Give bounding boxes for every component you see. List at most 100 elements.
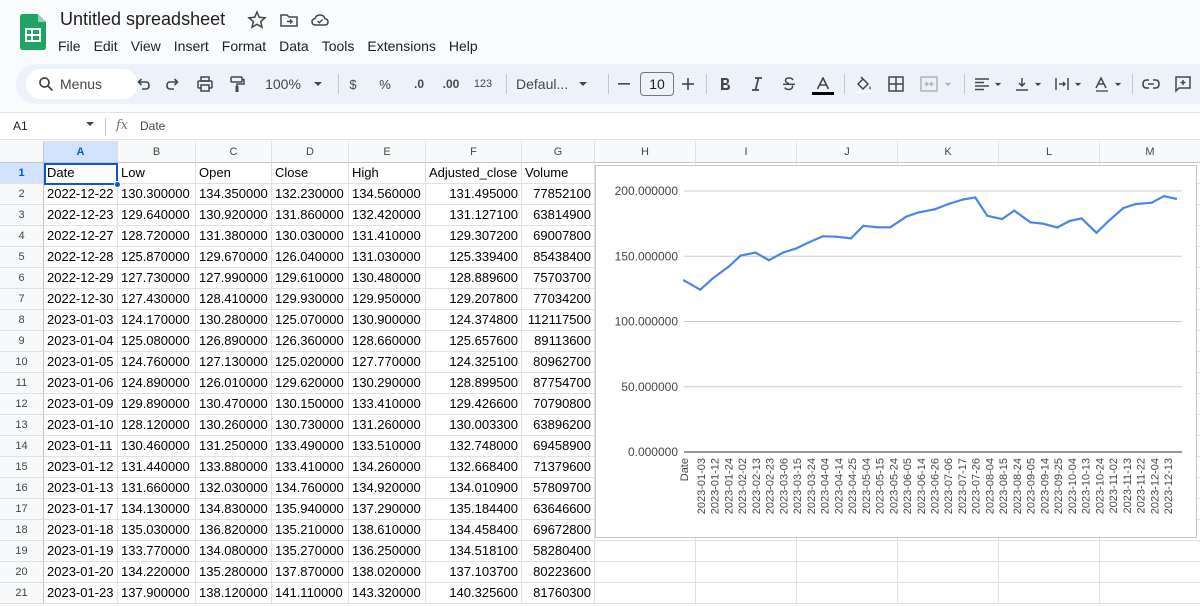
insert-comment-button[interactable] <box>1172 73 1194 95</box>
table-cell[interactable]: 137.103700 <box>426 562 522 583</box>
star-icon[interactable] <box>247 10 267 30</box>
menu-extensions[interactable]: Extensions <box>361 36 441 56</box>
table-cell[interactable]: 133.490000 <box>272 436 349 457</box>
table-cell[interactable]: 134.560000 <box>349 184 426 205</box>
redo-button[interactable] <box>162 73 184 95</box>
table-cell[interactable]: 77034200 <box>522 289 595 310</box>
font-size-input[interactable]: 10 <box>640 72 674 96</box>
table-cell[interactable]: 129.670000 <box>196 247 272 268</box>
table-cell[interactable]: 2022-12-23 <box>44 205 118 226</box>
empty-cell[interactable] <box>797 562 898 583</box>
spreadsheet-grid[interactable]: ABCDEFGHIJKLM 1 2 3 4 5 6 7 8 9 10 11 12 13 14 15 16 17 1… <box>0 141 1200 606</box>
font-select[interactable]: Defaul... <box>516 73 598 95</box>
table-cell[interactable]: 58280400 <box>522 541 595 562</box>
table-cell[interactable]: 138.020000 <box>349 562 426 583</box>
table-cell[interactable]: 133.410000 <box>272 457 349 478</box>
column-header-d[interactable]: D <box>272 141 349 163</box>
table-cell[interactable]: 136.250000 <box>349 541 426 562</box>
select-all-corner[interactable] <box>0 141 44 163</box>
table-cell[interactable]: 129.307200 <box>426 226 522 247</box>
italic-button[interactable] <box>748 73 766 95</box>
table-cell[interactable]: 127.730000 <box>118 268 196 289</box>
table-cell[interactable]: 134.350000 <box>196 184 272 205</box>
menu-help[interactable]: Help <box>443 36 484 56</box>
column-header-i[interactable]: I <box>696 141 797 163</box>
table-cell[interactable]: 63814900 <box>522 205 595 226</box>
insert-link-button[interactable] <box>1140 73 1162 95</box>
menu-format[interactable]: Format <box>216 36 272 56</box>
cloud-status-icon[interactable] <box>310 10 330 30</box>
menu-tools[interactable]: Tools <box>316 36 361 56</box>
row-header-5[interactable]: 5 <box>0 247 44 268</box>
table-cell[interactable]: 130.260000 <box>196 415 272 436</box>
increase-font-size-button[interactable] <box>680 73 696 95</box>
empty-cell[interactable] <box>898 583 999 604</box>
empty-cell[interactable] <box>1100 583 1200 604</box>
menu-edit[interactable]: Edit <box>88 36 124 56</box>
table-cell[interactable]: 135.030000 <box>118 520 196 541</box>
table-cell[interactable]: 127.770000 <box>349 352 426 373</box>
table-cell[interactable]: 80223600 <box>522 562 595 583</box>
table-cell[interactable]: 81760300 <box>522 583 595 604</box>
empty-cell[interactable] <box>595 562 696 583</box>
table-cell[interactable]: 130.300000 <box>118 184 196 205</box>
table-cell[interactable]: 133.880000 <box>196 457 272 478</box>
row-header-20[interactable]: 20 <box>0 562 44 583</box>
header-cell[interactable]: Volume <box>522 163 595 184</box>
table-cell[interactable]: 2022-12-22 <box>44 184 118 205</box>
row-header-17[interactable]: 17 <box>0 499 44 520</box>
table-cell[interactable]: 124.760000 <box>118 352 196 373</box>
table-cell[interactable]: 130.003300 <box>426 415 522 436</box>
table-cell[interactable]: 129.620000 <box>272 373 349 394</box>
table-cell[interactable]: 133.510000 <box>349 436 426 457</box>
menu-file[interactable]: File <box>52 36 87 56</box>
table-cell[interactable]: 63896200 <box>522 415 595 436</box>
table-cell[interactable]: 71379600 <box>522 457 595 478</box>
column-header-h[interactable]: H <box>595 141 696 163</box>
table-cell[interactable]: 131.260000 <box>349 415 426 436</box>
table-cell[interactable]: 134.080000 <box>196 541 272 562</box>
move-folder-icon[interactable] <box>279 10 299 30</box>
table-cell[interactable]: 127.990000 <box>196 268 272 289</box>
table-cell[interactable]: 2023-01-10 <box>44 415 118 436</box>
table-cell[interactable]: 2022-12-30 <box>44 289 118 310</box>
row-header-19[interactable]: 19 <box>0 541 44 562</box>
table-cell[interactable]: 128.889600 <box>426 268 522 289</box>
table-cell[interactable]: 2023-01-23 <box>44 583 118 604</box>
merge-cells-button[interactable] <box>918 73 954 95</box>
table-cell[interactable]: 133.770000 <box>118 541 196 562</box>
print-button[interactable] <box>194 73 216 95</box>
row-header-15[interactable]: 15 <box>0 457 44 478</box>
table-cell[interactable]: 124.325100 <box>426 352 522 373</box>
row-header-10[interactable]: 10 <box>0 352 44 373</box>
table-cell[interactable]: 125.020000 <box>272 352 349 373</box>
table-cell[interactable]: 2023-01-17 <box>44 499 118 520</box>
table-cell[interactable]: 126.010000 <box>196 373 272 394</box>
table-cell[interactable]: 128.899500 <box>426 373 522 394</box>
currency-format-button[interactable]: $ <box>344 73 362 95</box>
paint-format-button[interactable] <box>226 73 248 95</box>
column-header-g[interactable]: G <box>522 141 595 163</box>
table-cell[interactable]: 140.325600 <box>426 583 522 604</box>
text-rotation-button[interactable] <box>1092 73 1124 95</box>
row-header-2[interactable]: 2 <box>0 184 44 205</box>
table-cell[interactable]: 131.860000 <box>272 205 349 226</box>
header-cell[interactable]: Open <box>196 163 272 184</box>
table-cell[interactable]: 129.890000 <box>118 394 196 415</box>
table-cell[interactable]: 129.610000 <box>272 268 349 289</box>
table-cell[interactable]: 125.657600 <box>426 331 522 352</box>
strikethrough-button[interactable] <box>780 73 798 95</box>
empty-cell[interactable] <box>595 541 696 562</box>
table-cell[interactable]: 131.660000 <box>118 478 196 499</box>
table-cell[interactable]: 132.748000 <box>426 436 522 457</box>
decrease-decimal-button[interactable]: .0 <box>406 73 432 95</box>
table-cell[interactable]: 2023-01-18 <box>44 520 118 541</box>
menu-data[interactable]: Data <box>273 36 315 56</box>
table-cell[interactable]: 2022-12-29 <box>44 268 118 289</box>
table-cell[interactable]: 2023-01-20 <box>44 562 118 583</box>
table-cell[interactable]: 128.120000 <box>118 415 196 436</box>
empty-cell[interactable] <box>999 583 1100 604</box>
table-cell[interactable]: 85438400 <box>522 247 595 268</box>
column-header-j[interactable]: J <box>797 141 898 163</box>
fill-handle[interactable] <box>114 181 121 188</box>
